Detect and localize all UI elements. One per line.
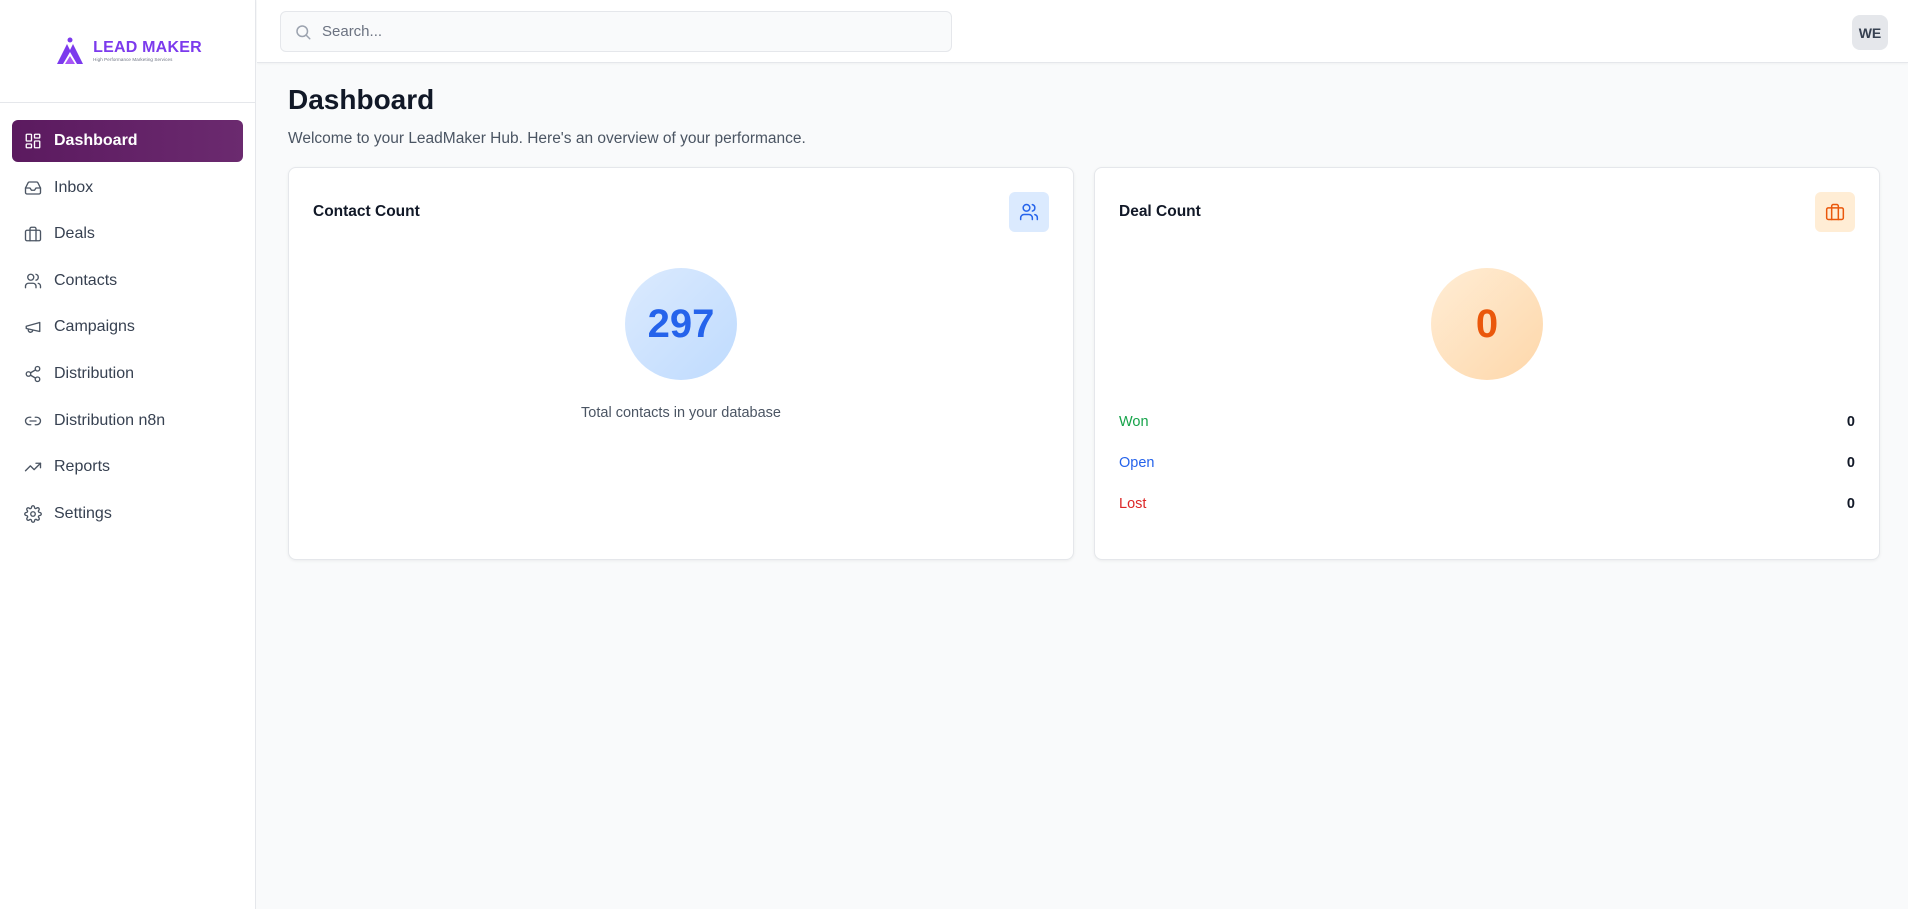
sidebar-item-dashboard[interactable]: Dashboard (12, 120, 243, 162)
sidebar-item-distribution-n8n[interactable]: Distribution n8n (12, 400, 243, 442)
sidebar-item-label: Contacts (54, 271, 118, 289)
deal-status-label: Lost (1119, 496, 1147, 512)
logo-subtitle: High Performance Marketing Services (93, 56, 173, 62)
deal-status-value: 0 (1846, 414, 1855, 430)
card-title: Deal Count (1119, 203, 1201, 220)
sidebar-item-label: Deals (54, 225, 95, 243)
search-input[interactable] (322, 23, 922, 40)
deal-row-lost: Lost 0 (1119, 496, 1855, 512)
logo-title: LEAD MAKER (93, 38, 202, 56)
gear-icon (24, 504, 42, 523)
contact-count-card: Contact Count 297 Total contacts in your… (288, 167, 1074, 560)
sidebar-item-distribution[interactable]: Distribution (12, 353, 243, 395)
users-icon (1009, 192, 1049, 232)
briefcase-icon (1815, 192, 1855, 232)
sidebar-item-label: Distribution (54, 364, 135, 382)
grid-icon (24, 132, 42, 150)
page-title: Dashboard (288, 84, 435, 115)
megaphone-icon (24, 318, 42, 336)
sidebar-nav: Dashboard Inbox Deals Contacts Campaigns (0, 103, 255, 535)
topbar: WE (257, 0, 1908, 63)
search-icon (294, 23, 312, 41)
sidebar-item-label: Settings (54, 504, 112, 522)
link-icon (24, 412, 42, 430)
sidebar-item-inbox[interactable]: Inbox (12, 167, 243, 209)
deal-status-label: Won (1119, 414, 1149, 430)
sidebar-item-label: Dashboard (54, 132, 138, 149)
briefcase-icon (24, 225, 42, 243)
main-content: Dashboard Welcome to your LeadMaker Hub.… (257, 63, 1908, 909)
sidebar-item-label: Inbox (54, 178, 94, 196)
sidebar-item-deals[interactable]: Deals (12, 213, 243, 255)
sidebar-item-label: Distribution n8n (54, 411, 166, 429)
logo-area: LEAD MAKER High Performance Marketing Se… (0, 0, 255, 103)
deal-row-open: Open 0 (1119, 455, 1855, 471)
deal-status-value: 0 (1846, 455, 1855, 471)
avatar[interactable]: WE (1852, 15, 1888, 50)
sidebar: LEAD MAKER High Performance Marketing Se… (0, 0, 256, 909)
deal-count-value: 0 (1431, 268, 1543, 380)
logo[interactable]: LEAD MAKER High Performance Marketing Se… (53, 34, 202, 68)
page-subtitle: Welcome to your LeadMaker Hub. Here's an… (288, 130, 806, 147)
inbox-icon (24, 179, 42, 197)
deal-row-won: Won 0 (1119, 414, 1855, 430)
card-title: Contact Count (313, 203, 420, 220)
trending-up-icon (24, 458, 42, 476)
sidebar-item-settings[interactable]: Settings (12, 493, 243, 535)
share-icon (24, 365, 42, 383)
deal-status-label: Open (1119, 455, 1155, 471)
sidebar-item-contacts[interactable]: Contacts (12, 260, 243, 302)
contact-count-caption: Total contacts in your database (581, 405, 781, 421)
sidebar-item-reports[interactable]: Reports (12, 446, 243, 488)
contact-count-value: 297 (625, 268, 737, 380)
deal-count-card: Deal Count 0 Won 0 Open 0 Lost 0 (1094, 167, 1880, 560)
deal-status-value: 0 (1846, 496, 1855, 512)
users-icon (24, 272, 42, 290)
sidebar-item-label: Reports (54, 458, 111, 476)
sidebar-item-label: Campaigns (54, 318, 135, 336)
sidebar-item-campaigns[interactable]: Campaigns (12, 306, 243, 348)
logo-mark-icon (57, 37, 84, 64)
search-box[interactable] (280, 11, 952, 52)
